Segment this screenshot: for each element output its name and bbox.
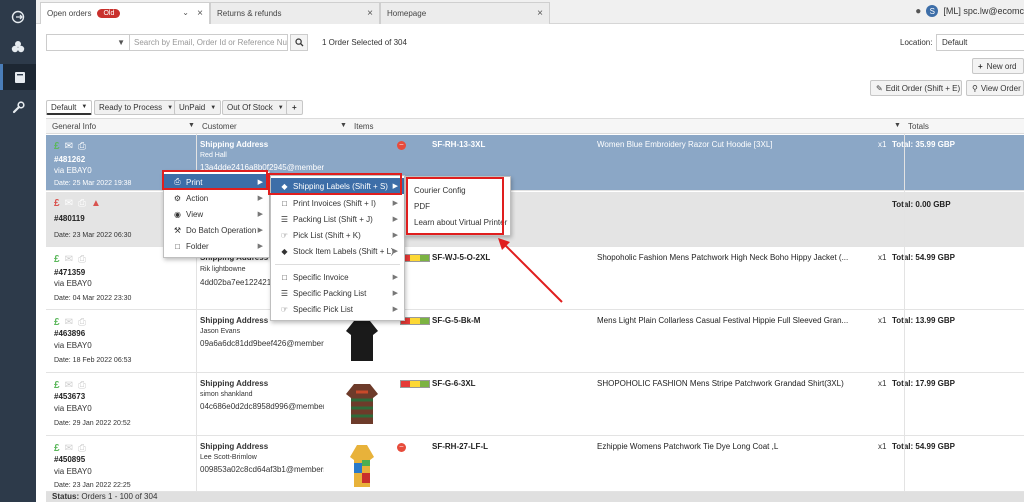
annotation-arrow [498, 238, 563, 303]
